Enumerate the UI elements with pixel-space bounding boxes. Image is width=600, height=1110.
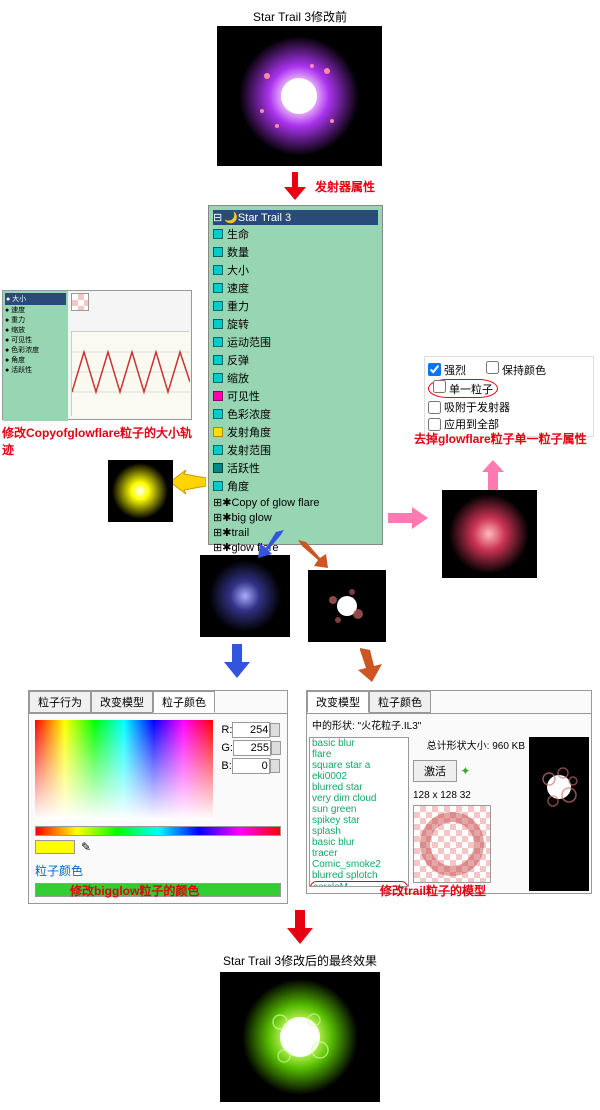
dims-label: 128 x 128 32 xyxy=(413,790,525,801)
cb-single[interactable] xyxy=(433,380,446,393)
list-item[interactable]: basic blur xyxy=(310,837,408,848)
tree-prop[interactable]: 运动范围 xyxy=(213,333,378,351)
spinner-icon[interactable] xyxy=(271,741,281,755)
title-after: Star Trail 3修改后的最终效果 xyxy=(170,952,430,969)
tree-prop[interactable]: 反弹 xyxy=(213,351,378,369)
caption-bigglow: 修改bigglow粒子的颜色 xyxy=(70,882,199,899)
single-particle-circled: 单一粒子 xyxy=(428,379,498,398)
list-item[interactable]: flare xyxy=(310,749,408,760)
activate-button[interactable]: 激活 xyxy=(413,760,457,782)
b-input[interactable] xyxy=(232,758,270,774)
preview-pink xyxy=(442,490,537,578)
arrow-blue-diag-icon xyxy=(256,530,286,560)
color-swatch xyxy=(35,840,75,854)
list-item[interactable]: sun green xyxy=(310,804,408,815)
tab-color2[interactable]: 粒子颜色 xyxy=(369,691,431,713)
tree-prop[interactable]: 角度 xyxy=(213,477,378,495)
tab-model2[interactable]: 改变模型 xyxy=(307,691,369,713)
model-result-preview xyxy=(529,737,589,891)
g-input[interactable] xyxy=(233,740,271,756)
list-item[interactable]: blurred splotch xyxy=(310,870,408,881)
arrow-down-final-icon xyxy=(285,910,315,944)
caption-trail: 修改trail粒子的模型 xyxy=(380,882,486,899)
arrow-down-icon xyxy=(280,172,310,202)
list-item[interactable]: splash xyxy=(310,826,408,837)
preview-yellow xyxy=(108,460,173,522)
tree-prop[interactable]: 大小 xyxy=(213,261,378,279)
emitter-label: 发射器属性 xyxy=(315,178,375,195)
arrow-pink-icon xyxy=(388,505,428,531)
color-picker-panel: 粒子行为改变模型粒子颜色 R: G: B: ✎ 粒子颜色 xyxy=(28,690,288,904)
list-item[interactable]: Comic_smoke2 xyxy=(310,859,408,870)
spinner-icon[interactable] xyxy=(270,723,280,737)
graph-editor[interactable]: ● 大小 ● 速度● 重力● 缩放● 可见性● 色彩浓度● 角度● 活跃性 xyxy=(2,290,192,420)
tree-prop[interactable]: 发射角度 xyxy=(213,423,378,441)
color-section-label: 粒子颜色 xyxy=(29,858,287,883)
tab-model[interactable]: 改变模型 xyxy=(91,691,153,713)
tab-behavior[interactable]: 粒子行为 xyxy=(29,691,91,713)
cb-keepcolor[interactable] xyxy=(486,361,499,374)
model-header: 中的形状: "火花粒子.IL3" xyxy=(307,714,591,735)
list-item[interactable]: tracer xyxy=(310,848,408,859)
list-item[interactable]: basic blur xyxy=(310,738,408,749)
preview-after xyxy=(220,972,380,1102)
tree-prop[interactable]: 缩放 xyxy=(213,369,378,387)
preview-before xyxy=(217,26,382,166)
tree-child[interactable]: ⊞ ✱ big glow xyxy=(213,510,378,525)
list-item[interactable]: blurred star xyxy=(310,782,408,793)
preview-trail-small xyxy=(308,570,386,642)
caption-removeflare: 去掉glowflare粒子单一粒子属性 xyxy=(414,430,594,447)
tree-root[interactable]: ⊟🌙 Star Trail 3 xyxy=(213,210,378,225)
r-input[interactable] xyxy=(232,722,270,738)
tree-prop[interactable]: 活跃性 xyxy=(213,459,378,477)
cb-attach[interactable] xyxy=(428,401,441,414)
cb-applyall[interactable] xyxy=(428,418,441,431)
particle-options: 强烈保持颜色 单一粒子 吸附于发射器 应用到全部 xyxy=(424,356,594,437)
cb-strong[interactable] xyxy=(428,363,441,376)
list-item[interactable]: spikey star xyxy=(310,815,408,826)
arrow-pink-up-icon xyxy=(480,460,506,490)
arrow-blue-down-icon xyxy=(224,644,250,678)
spinner-icon[interactable] xyxy=(270,759,280,773)
hue-slider[interactable] xyxy=(35,826,281,836)
arrow-orange-down-icon xyxy=(354,648,382,682)
total-size: 总计形状大小: 960 KB xyxy=(413,737,525,752)
list-item[interactable]: very dim cloud xyxy=(310,793,408,804)
tree-prop[interactable]: 生命 xyxy=(213,225,378,243)
tree-child[interactable]: ⊞ ✱ trail xyxy=(213,525,378,540)
tree-prop[interactable]: 速度 xyxy=(213,279,378,297)
caption-copyflare: 修改Copyofglowflare粒子的大小轨迹 xyxy=(2,424,192,458)
emitter-tree[interactable]: ⊟🌙 Star Trail 3 生命 数量 大小 速度 重力 旋转 运动范围 反… xyxy=(208,205,383,545)
tree-prop[interactable]: 旋转 xyxy=(213,315,378,333)
arrow-yellow-icon xyxy=(170,470,206,498)
list-item[interactable]: square star a xyxy=(310,760,408,771)
shape-preview xyxy=(413,805,491,883)
tree-prop[interactable]: 发射范围 xyxy=(213,441,378,459)
shape-list[interactable]: basic blur flare square star a eki0002 b… xyxy=(309,737,409,887)
tree-prop[interactable]: 数量 xyxy=(213,243,378,261)
tree-prop[interactable]: 可见性 xyxy=(213,387,378,405)
title-before: Star Trail 3修改前 xyxy=(200,8,400,25)
sparkle-icon: ✦ xyxy=(460,764,470,778)
color-gradient[interactable] xyxy=(35,720,213,820)
tree-child[interactable]: ⊞ ✱ Copy of glow flare xyxy=(213,495,378,510)
eyedropper-icon[interactable]: ✎ xyxy=(81,840,91,854)
arrow-orange-diag-icon xyxy=(296,540,330,570)
list-item[interactable]: eki0002 xyxy=(310,771,408,782)
tree-prop[interactable]: 色彩浓度 xyxy=(213,405,378,423)
preview-blue xyxy=(200,555,290,637)
tree-prop[interactable]: 重力 xyxy=(213,297,378,315)
model-panel: 改变模型粒子颜色 中的形状: "火花粒子.IL3" basic blur fla… xyxy=(306,690,592,894)
tab-color[interactable]: 粒子颜色 xyxy=(153,691,215,713)
